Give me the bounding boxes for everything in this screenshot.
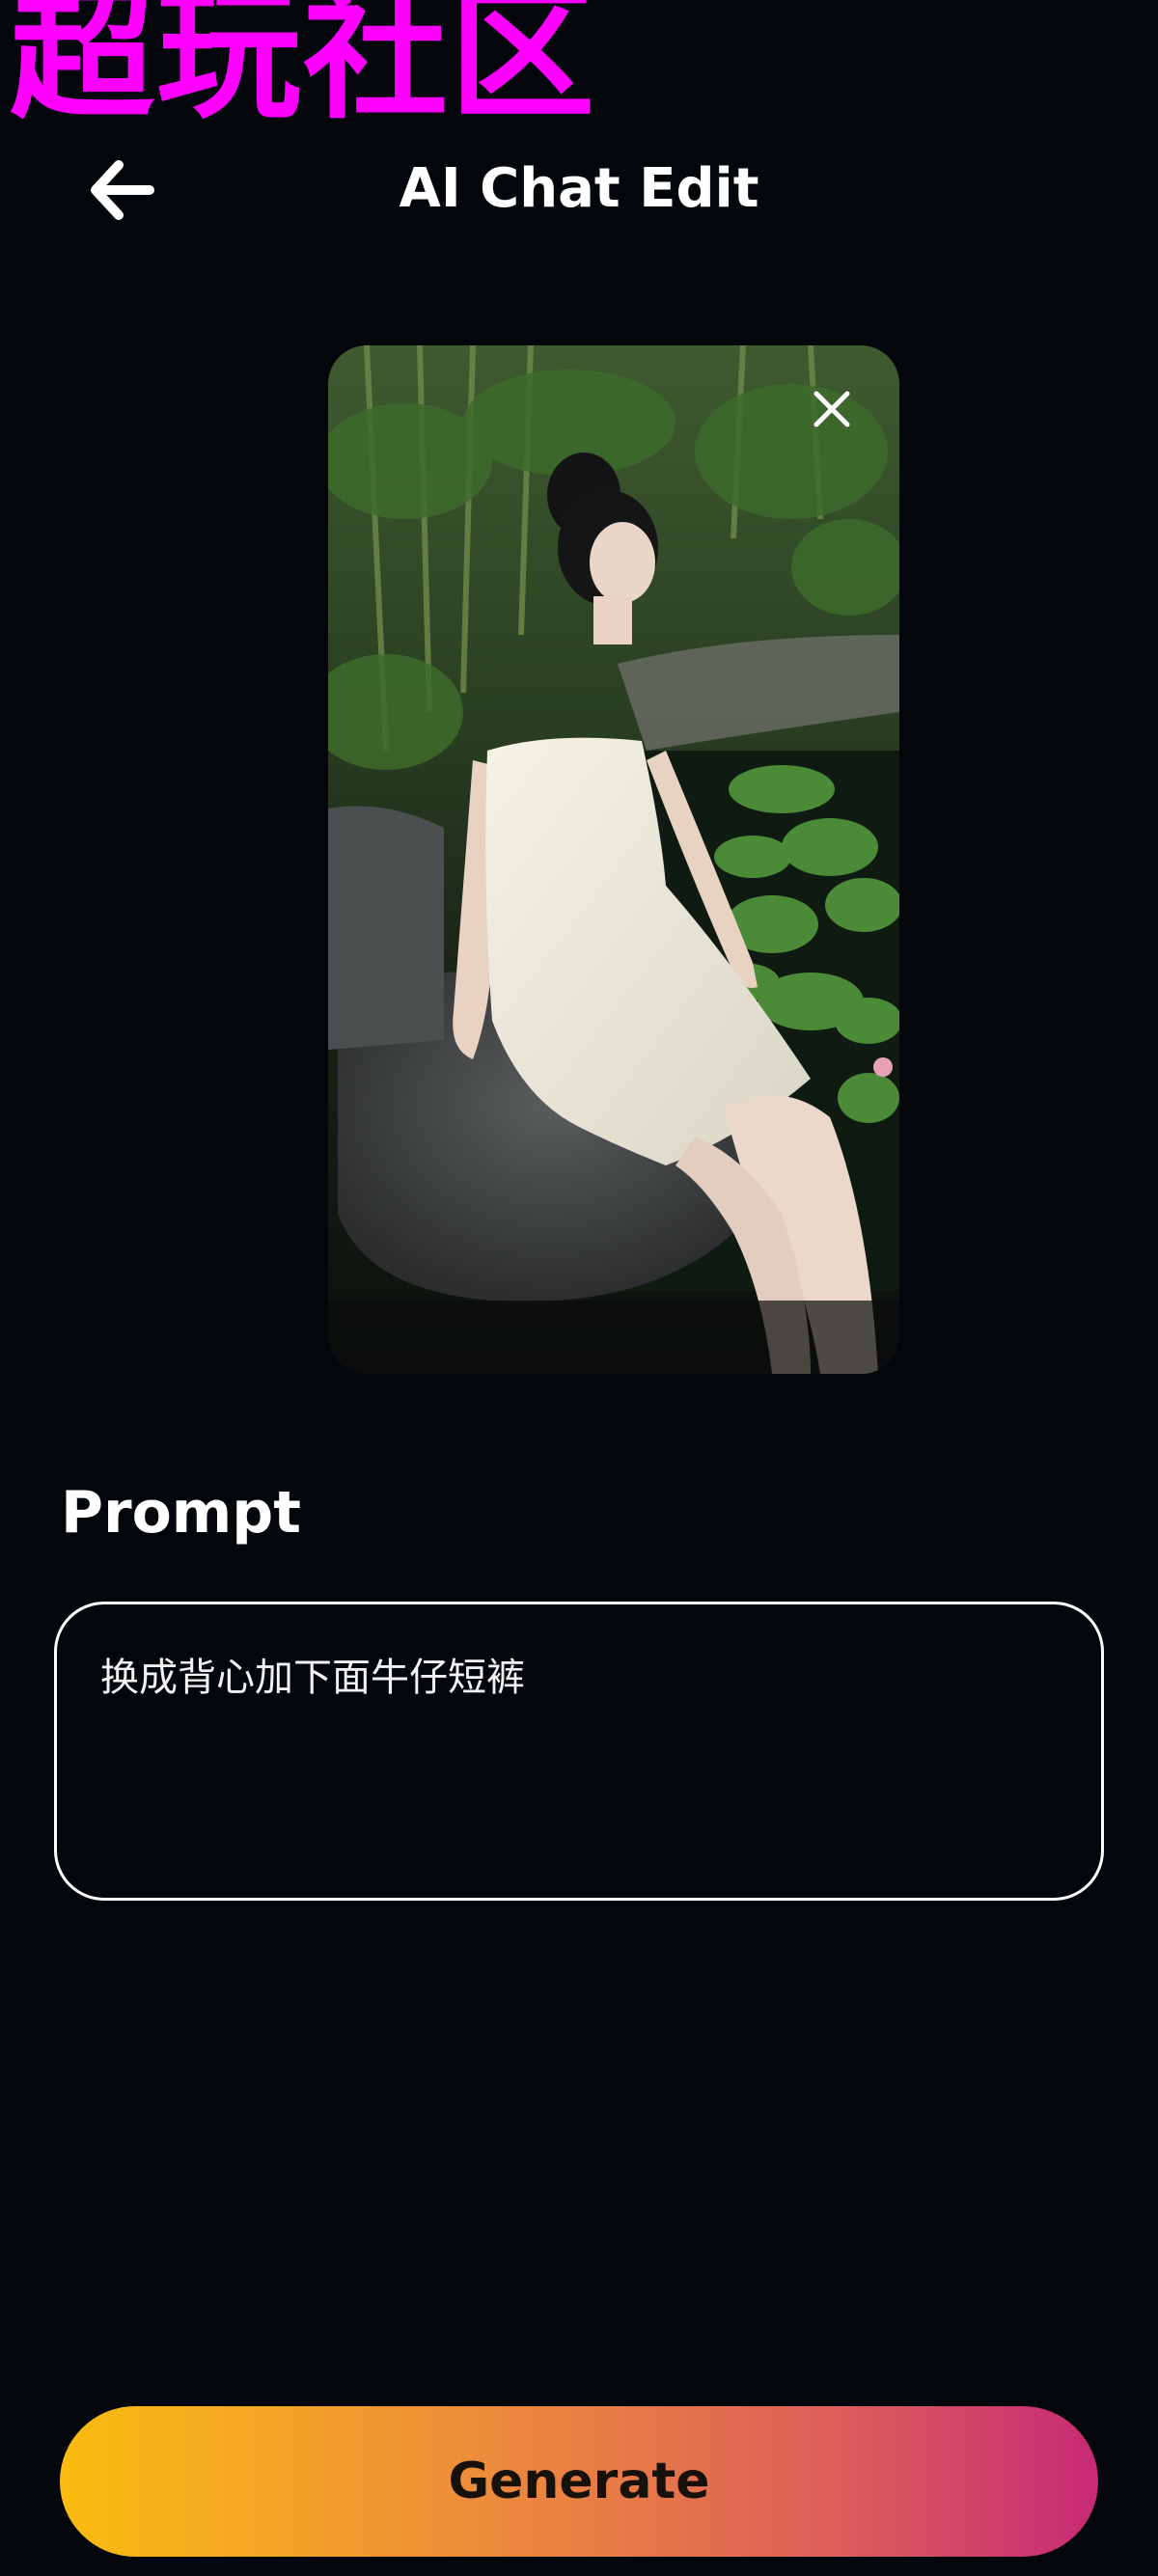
generate-button[interactable]: Generate bbox=[60, 2406, 1098, 2557]
page-title: AI Chat Edit bbox=[399, 157, 759, 220]
watermark-logo: 超玩社区 bbox=[10, 0, 597, 139]
uploaded-photo bbox=[328, 345, 899, 1374]
remove-image-button[interactable] bbox=[803, 380, 861, 438]
prompt-input-value: 换成背心加下面牛仔短裤 bbox=[100, 1656, 525, 1700]
prompt-input[interactable]: 换成背心加下面牛仔短裤 bbox=[54, 1602, 1104, 1901]
uploaded-image-card[interactable] bbox=[328, 345, 899, 1374]
prompt-label: Prompt bbox=[61, 1479, 301, 1547]
generate-button-label: Generate bbox=[448, 2453, 710, 2510]
close-icon bbox=[813, 391, 850, 427]
